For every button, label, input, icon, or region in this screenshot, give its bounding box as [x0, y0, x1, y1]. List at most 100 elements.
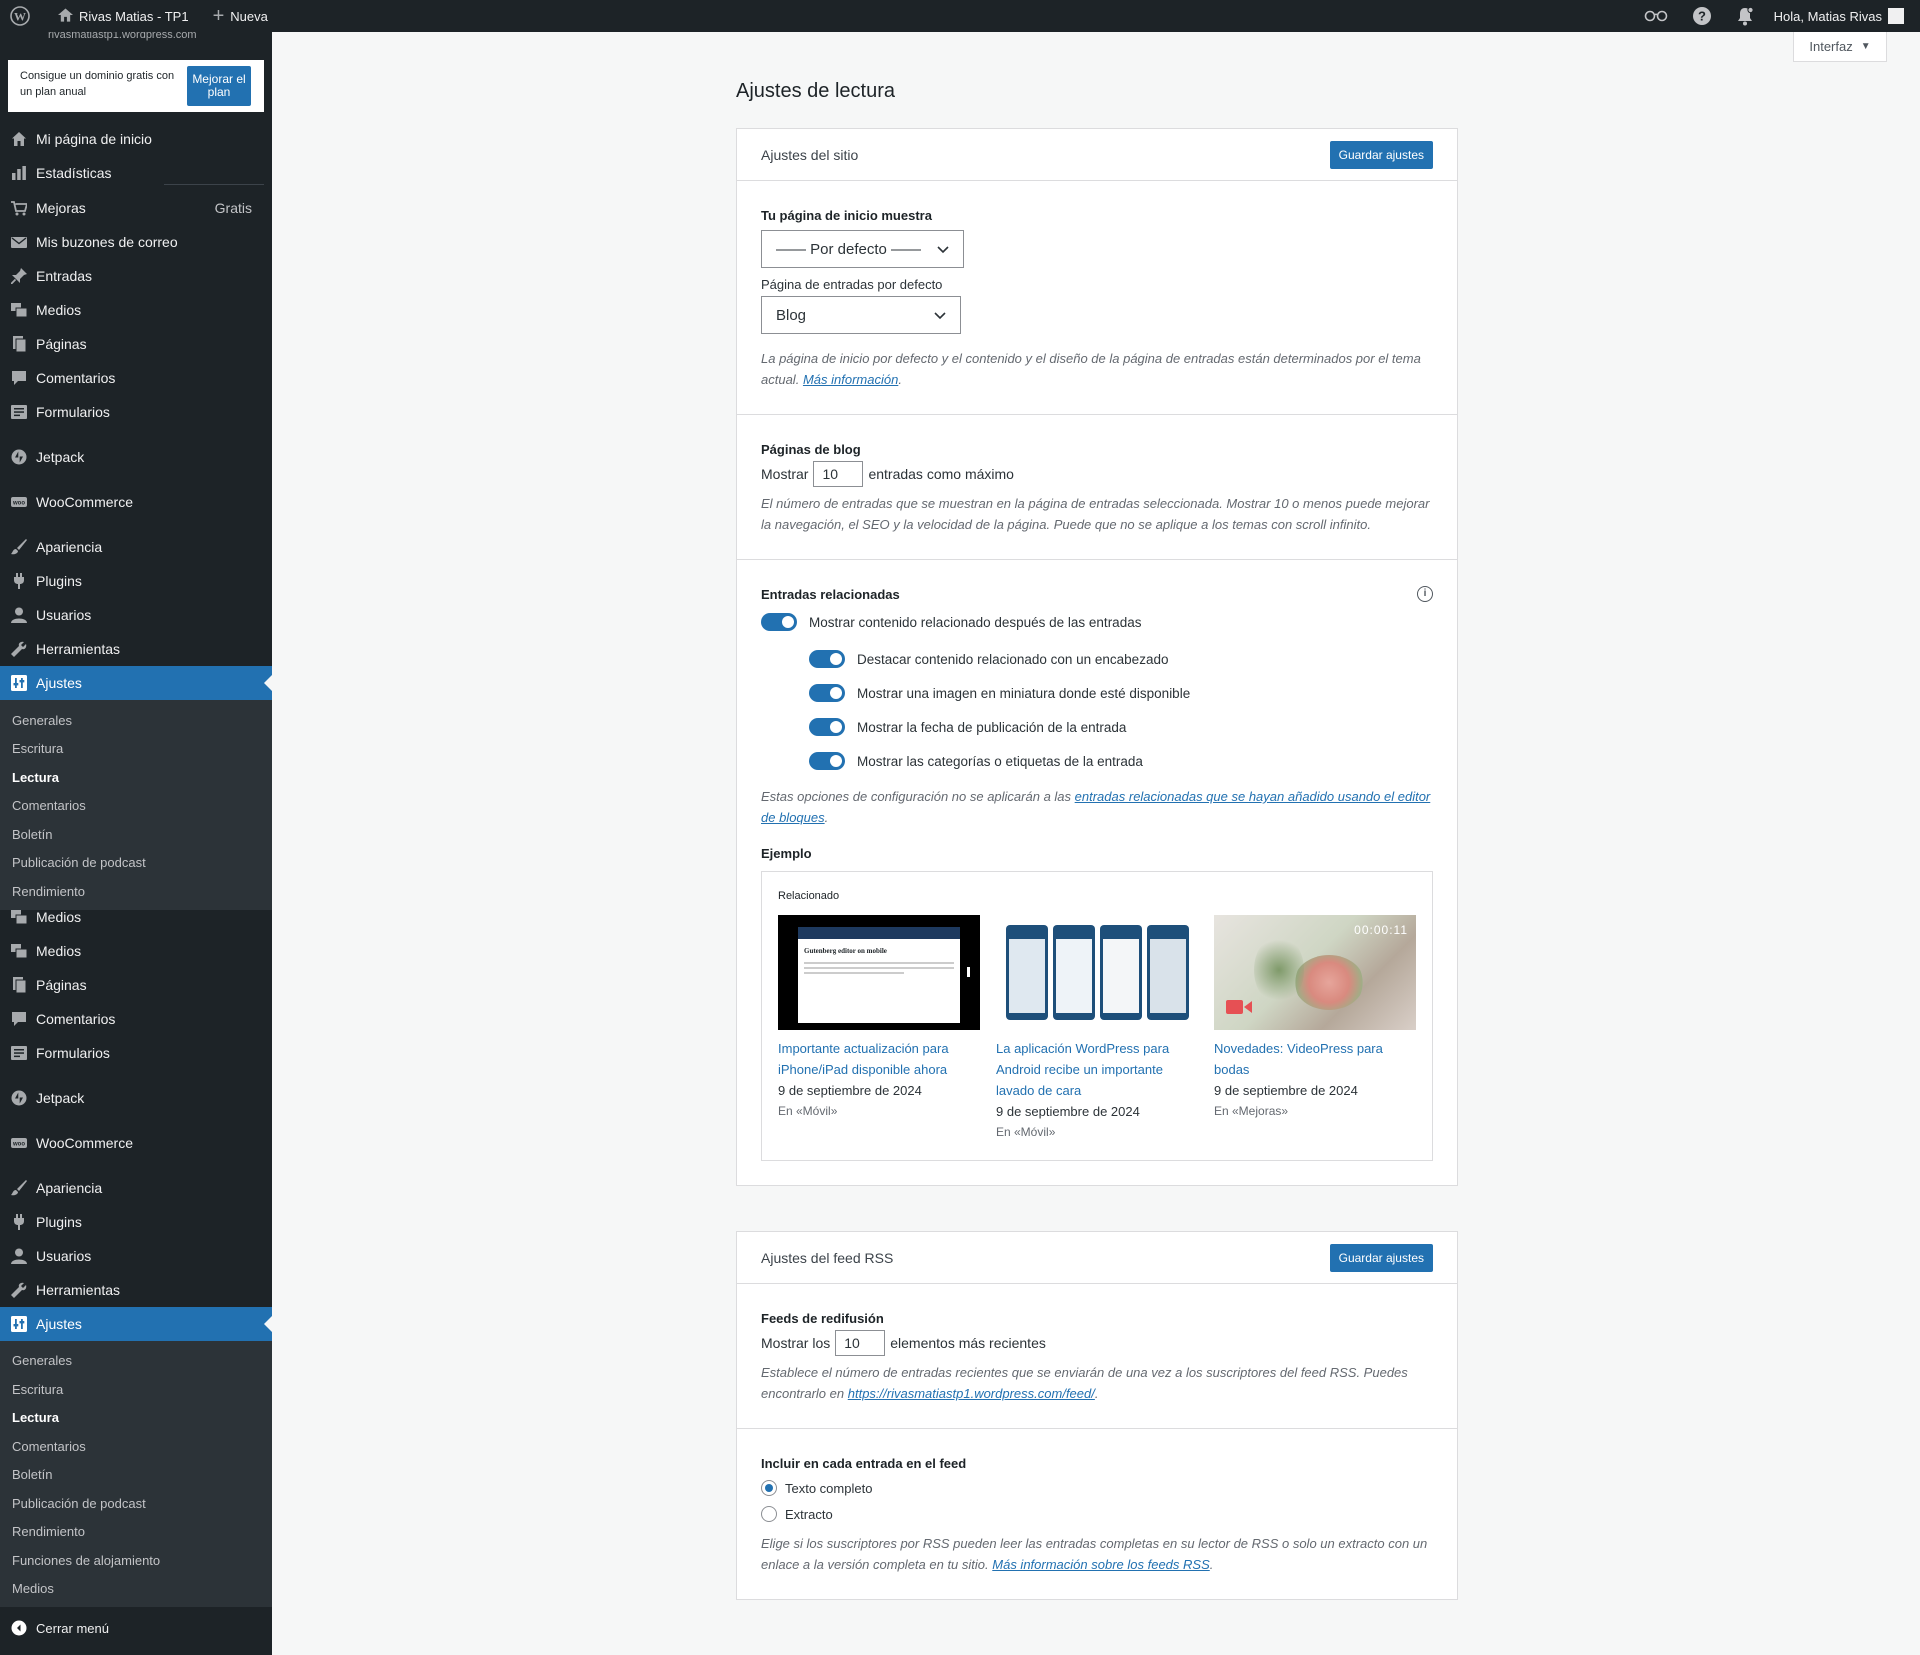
related-option-row[interactable]: Mostrar las categorías o etiquetas de la…	[809, 744, 1433, 778]
pin-icon	[10, 268, 27, 285]
sidebar-item-herramientas[interactable]: Herramientas	[0, 632, 272, 666]
related-option-toggle[interactable]	[809, 684, 845, 702]
user-account-menu[interactable]: Hola, Matias Rivas	[1766, 0, 1912, 32]
new-content-button[interactable]: + Nueva	[205, 0, 276, 32]
related-option-toggle[interactable]	[809, 752, 845, 770]
related-posts-label: Entradas relacionadas	[761, 587, 900, 602]
chevron-down-icon	[937, 241, 949, 258]
sidebar-item-herramientas[interactable]: Herramientas	[0, 1273, 272, 1307]
sidebar-item-jetpack[interactable]: Jetpack	[0, 1081, 272, 1115]
sidebar-item-formularios[interactable]: Formularios	[0, 1036, 272, 1070]
forms-icon	[10, 1044, 27, 1061]
submenu-item[interactable]: Publicación de podcast	[0, 849, 272, 878]
related-main-toggle-row[interactable]: Mostrar contenido relacionado después de…	[761, 608, 1433, 636]
example-post-title[interactable]: Novedades: VideoPress para bodas	[1214, 1038, 1416, 1080]
sidebar-item-apariencia[interactable]: Apariencia	[0, 530, 272, 564]
related-option-row[interactable]: Mostrar la fecha de publicación de la en…	[809, 710, 1433, 744]
submenu-item[interactable]: Funciones de alojamiento	[0, 1546, 272, 1575]
sidebar-item-comentarios[interactable]: Comentarios	[0, 361, 272, 395]
sidebar-item-woocommerce[interactable]: woo WooCommerce	[0, 1126, 272, 1160]
sidebar-item-label: Estadísticas	[36, 165, 112, 181]
sidebar-menu-duplicate: Medios Medios Páginas Comentarios Formulario…	[0, 900, 272, 1341]
sidebar-item-medios[interactable]: Medios	[0, 900, 272, 934]
user-icon	[10, 607, 27, 624]
sidebar-item-formularios[interactable]: Formularios	[0, 395, 272, 429]
sidebar-item-mi-pagina-de-inicio[interactable]: Mi página de inicio	[0, 122, 272, 156]
full-text-radio[interactable]	[761, 1480, 777, 1496]
sidebar-item-paginas[interactable]: Páginas	[0, 327, 272, 361]
sidebar-item-usuarios[interactable]: Usuarios	[0, 1239, 272, 1273]
interface-switcher[interactable]: Interfaz ▼	[1793, 32, 1887, 62]
homepage-select[interactable]: —— Por defecto ——	[761, 230, 964, 268]
sidebar-item-entradas[interactable]: Entradas	[0, 259, 272, 293]
sidebar-item-comentarios[interactable]: Comentarios	[0, 1002, 272, 1036]
feed-items-input[interactable]: 10	[835, 1330, 886, 1356]
related-option-toggle[interactable]	[809, 718, 845, 736]
posts-per-page-input[interactable]: 10	[813, 461, 864, 487]
submenu-item[interactable]: Lectura	[0, 763, 272, 792]
posts-per-page-row: Mostrar 10 entradas como máximo	[761, 461, 1433, 487]
example-post-title[interactable]: La aplicación WordPress para Android rec…	[996, 1038, 1198, 1101]
submenu-item[interactable]: Publicación de podcast	[0, 1489, 272, 1518]
media-icon	[10, 908, 27, 925]
full-text-option[interactable]: Texto completo	[761, 1475, 1433, 1501]
sidebar-item-estadisticas[interactable]: Estadísticas	[0, 156, 272, 190]
sidebar-item-mis-buzones-de-correo[interactable]: Mis buzones de correo	[0, 225, 272, 259]
submenu-item[interactable]: Generales	[0, 1347, 272, 1376]
more-info-link[interactable]: Más información	[803, 372, 898, 387]
wordpress-logo-icon[interactable]: W	[0, 0, 38, 32]
avatar	[1888, 8, 1904, 24]
example-thumbnail-tablet: Gutenberg editor on mobile	[778, 915, 980, 1030]
submenu-item[interactable]: Lectura	[0, 1404, 272, 1433]
reader-glasses-icon[interactable]	[1636, 0, 1676, 32]
sidebar-item-woocommerce[interactable]: woo WooCommerce	[0, 485, 272, 519]
submenu-item[interactable]: Medios	[0, 1575, 272, 1604]
sidebar-item-medios[interactable]: Medios	[0, 934, 272, 968]
sidebar-item-label: Mi página de inicio	[36, 131, 152, 147]
related-main-label: Mostrar contenido relacionado después de…	[809, 614, 1142, 630]
posts-page-select[interactable]: Blog	[761, 296, 961, 334]
upgrade-plan-button[interactable]: Mejorar el plan	[187, 66, 251, 106]
rss-more-info-link[interactable]: Más información sobre los feeds RSS	[992, 1557, 1209, 1572]
sidebar-item-plugins[interactable]: Plugins	[0, 1205, 272, 1239]
sidebar-item-plugins[interactable]: Plugins	[0, 564, 272, 598]
sidebar-item-ajustes[interactable]: Ajustes	[0, 1306, 272, 1341]
feed-url-link[interactable]: https://rivasmatiastp1.wordpress.com/fee…	[848, 1386, 1095, 1401]
save-settings-button[interactable]: Guardar ajustes	[1329, 140, 1433, 169]
sidebar-item-jetpack[interactable]: Jetpack	[0, 440, 272, 474]
help-icon[interactable]: ?	[1684, 0, 1720, 32]
submenu-item[interactable]: Rendimiento	[0, 1518, 272, 1547]
related-option-row[interactable]: Destacar contenido relacionado con un en…	[809, 642, 1433, 676]
example-post-category: En «Móvil»	[778, 1104, 838, 1118]
related-option-toggle[interactable]	[809, 650, 845, 668]
notifications-bell-icon[interactable]	[1728, 0, 1762, 32]
sidebar-item-ajustes[interactable]: Ajustes	[0, 666, 272, 700]
sidebar-item-medios[interactable]: Medios	[0, 293, 272, 327]
submenu-item[interactable]: Escritura	[0, 1375, 272, 1404]
video-camera-icon	[1226, 999, 1252, 1018]
collapse-menu-button[interactable]: Cerrar menú	[0, 1611, 272, 1645]
submenu-item[interactable]: Generales	[0, 706, 272, 735]
excerpt-option[interactable]: Extracto	[761, 1501, 1433, 1527]
sidebar-item-paginas[interactable]: Páginas	[0, 968, 272, 1002]
site-name-link[interactable]: Rivas Matias - TP1	[50, 0, 197, 32]
related-option-row[interactable]: Mostrar una imagen en miniatura donde es…	[809, 676, 1433, 710]
excerpt-radio[interactable]	[761, 1506, 777, 1522]
submenu-item[interactable]: Comentarios	[0, 1432, 272, 1461]
example-post-title[interactable]: Importante actualización para iPhone/iPa…	[778, 1038, 980, 1080]
submenu-item[interactable]: Comentarios	[0, 792, 272, 821]
info-icon[interactable]: i	[1417, 586, 1433, 602]
submenu-item[interactable]: Escritura	[0, 735, 272, 764]
sidebar-item-label: Medios	[36, 302, 82, 318]
sidebar-item-label: WooCommerce	[36, 494, 133, 510]
stats-icon	[10, 165, 27, 182]
save-rss-settings-button[interactable]: Guardar ajustes	[1329, 1243, 1433, 1272]
submenu-item[interactable]: Boletín	[0, 820, 272, 849]
submenu-item[interactable]: Boletín	[0, 1461, 272, 1490]
related-main-toggle[interactable]	[761, 613, 797, 631]
sidebar-item-mejoras[interactable]: Mejoras Gratis	[0, 191, 272, 225]
sidebar-item-usuarios[interactable]: Usuarios	[0, 598, 272, 632]
sidebar-item-apariencia[interactable]: Apariencia	[0, 1171, 272, 1205]
